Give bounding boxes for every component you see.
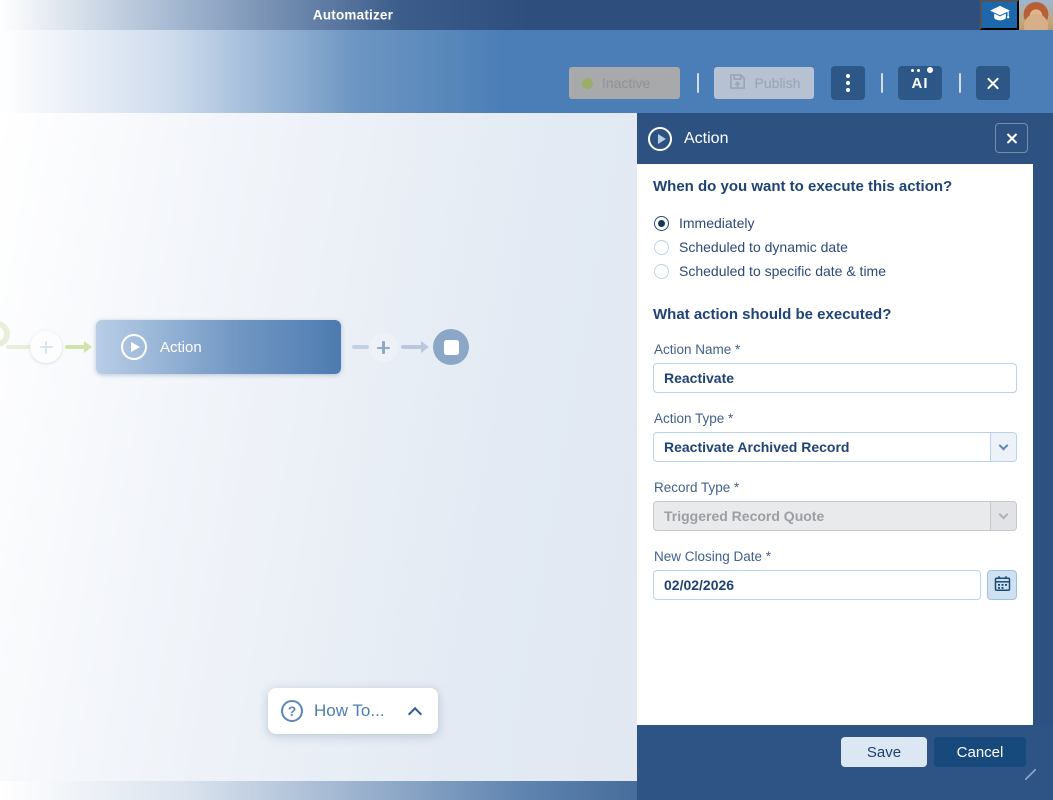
panel-title: Action	[684, 130, 728, 148]
closing-date-label: New Closing Date *	[654, 549, 771, 564]
radio-option-specific-date[interactable]: Scheduled to specific date & time	[654, 263, 886, 279]
radio-option-immediately[interactable]: Immediately	[654, 215, 754, 231]
workflow-toolbar: Inactive Publish AI	[0, 30, 1053, 113]
panel-footer: Save Cancel	[637, 725, 1053, 800]
end-node[interactable]	[433, 329, 469, 365]
flow-connector	[352, 345, 369, 349]
close-icon	[986, 76, 1001, 91]
plus-icon	[377, 341, 390, 354]
panel-body: When do you want to execute this action?…	[637, 164, 1033, 725]
automatizer-app: Automatizer Inactive	[0, 0, 1053, 800]
record-type-select-disabled: Triggered Record Quote	[653, 501, 1017, 531]
save-button[interactable]: Save	[841, 737, 927, 767]
user-avatar[interactable]	[1019, 0, 1053, 30]
more-options-button[interactable]	[831, 66, 865, 100]
offscreen-node-stub	[0, 321, 10, 347]
how-to-label: How To...	[314, 701, 385, 721]
add-step-button-left[interactable]	[30, 331, 62, 363]
calendar-icon	[994, 575, 1011, 595]
action-name-input[interactable]	[653, 363, 1017, 393]
academy-button[interactable]	[980, 0, 1019, 30]
action-type-label: Action Type *	[654, 411, 733, 426]
chevron-down-icon	[990, 433, 1016, 461]
flow-arrow-green	[65, 345, 85, 349]
flow-arrow-blue	[401, 345, 422, 349]
play-icon	[648, 127, 672, 151]
inactive-status-button[interactable]: Inactive	[569, 67, 680, 99]
stop-icon	[444, 340, 459, 355]
chevron-down-icon	[990, 502, 1016, 530]
play-icon	[121, 334, 147, 360]
action-type-select[interactable]: Reactivate Archived Record	[653, 432, 1017, 462]
radio-unselected-icon	[654, 264, 669, 279]
radio-unselected-icon	[654, 240, 669, 255]
ai-assistant-button[interactable]: AI	[898, 66, 942, 100]
action-node-label: Action	[160, 339, 202, 356]
toolbar-divider	[959, 73, 961, 93]
publish-label: Publish	[755, 75, 801, 91]
toolbar-divider	[697, 73, 699, 93]
plus-icon	[40, 341, 53, 354]
radio-selected-icon	[654, 216, 669, 231]
ai-icon: AI	[912, 75, 929, 92]
question-mark-icon: ?	[281, 700, 303, 722]
kebab-menu-icon	[846, 74, 850, 92]
publish-save-icon	[728, 72, 747, 94]
cancel-button[interactable]: Cancel	[934, 737, 1026, 767]
record-type-label: Record Type *	[654, 480, 739, 495]
inactive-label: Inactive	[602, 75, 650, 91]
closing-date-input[interactable]	[653, 570, 981, 600]
toolbar-divider	[881, 73, 883, 93]
graduation-cap-icon	[989, 5, 1011, 26]
workflow-canvas[interactable]: Action ? How To...	[0, 113, 637, 781]
publish-button[interactable]: Publish	[714, 67, 814, 99]
action-node[interactable]: Action	[96, 320, 341, 374]
top-bar: Automatizer	[0, 0, 1053, 30]
date-picker-button[interactable]	[987, 570, 1017, 600]
what-section-heading: What action should be executed?	[653, 306, 891, 323]
close-icon	[1005, 132, 1018, 145]
radio-option-dynamic-date[interactable]: Scheduled to dynamic date	[654, 239, 848, 255]
add-step-button-right[interactable]	[369, 333, 398, 362]
app-title: Automatizer	[313, 8, 393, 23]
resize-grip-icon[interactable]	[1025, 769, 1036, 780]
chevron-up-icon	[407, 706, 421, 720]
how-to-button[interactable]: ? How To...	[268, 688, 438, 734]
flow-connector	[6, 345, 32, 349]
when-section-heading: When do you want to execute this action?	[653, 178, 952, 195]
close-workflow-button[interactable]	[976, 66, 1010, 100]
panel-close-button[interactable]	[995, 123, 1028, 153]
panel-header: Action	[637, 113, 1053, 164]
action-name-label: Action Name *	[654, 342, 740, 357]
status-dot-icon	[582, 78, 593, 89]
action-config-panel: Action When do you want to execute this …	[637, 113, 1053, 800]
